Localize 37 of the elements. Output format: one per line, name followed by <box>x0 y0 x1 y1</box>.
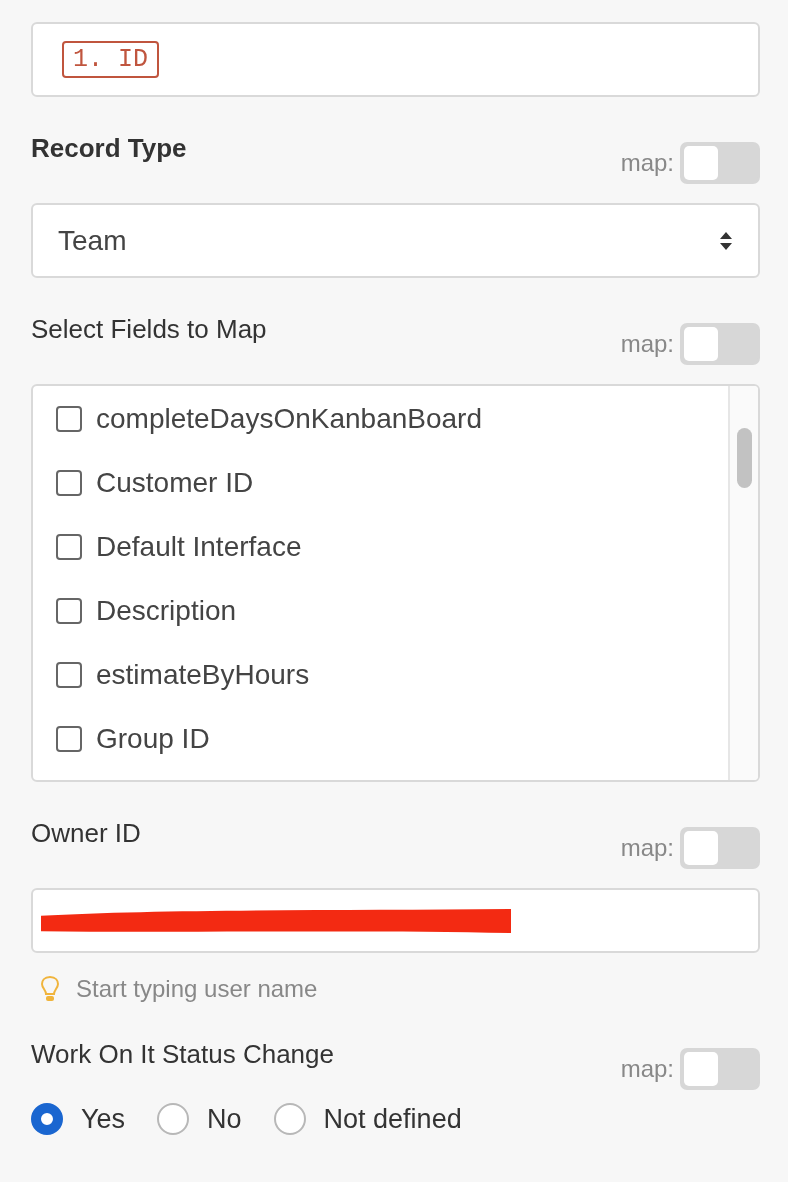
option-label[interactable]: Customer ID <box>96 467 254 499</box>
radio-label[interactable]: Yes <box>81 1103 126 1135</box>
owner-id-field[interactable] <box>31 888 760 953</box>
map-label: map: <box>620 834 674 862</box>
field-label: Work On It Status Change <box>31 1038 334 1070</box>
map-label: map: <box>620 1055 674 1083</box>
map-label: map: <box>620 330 674 358</box>
checkbox[interactable] <box>56 470 82 496</box>
option-label[interactable]: Default Interface <box>96 531 302 563</box>
id-field[interactable]: 1. ID <box>31 22 760 97</box>
field-label: Owner ID <box>31 817 141 849</box>
field-token: 1. ID <box>62 41 159 78</box>
lightbulb-icon <box>40 975 60 1003</box>
checkbox[interactable] <box>56 406 82 432</box>
map-toggle[interactable] <box>680 142 760 184</box>
radio-button[interactable] <box>157 1103 190 1135</box>
record-type-select[interactable]: Team <box>31 203 760 278</box>
field-label: Select Fields to Map <box>31 313 267 345</box>
option-label[interactable]: estimateByHours <box>96 659 310 691</box>
option-label[interactable]: Group ID <box>96 723 210 755</box>
field-label: Record Type <box>31 132 187 164</box>
radio-label[interactable]: Not defined <box>323 1103 462 1135</box>
option-label[interactable]: completeDaysOnKanbanBoard <box>96 403 482 435</box>
option-label[interactable]: Description <box>96 595 237 627</box>
map-toggle[interactable] <box>680 323 760 365</box>
checkbox[interactable] <box>56 534 82 560</box>
radio-button[interactable] <box>273 1103 306 1135</box>
checkbox[interactable] <box>56 726 82 752</box>
radio-label[interactable]: No <box>207 1103 242 1135</box>
scrollbar[interactable] <box>728 386 758 780</box>
map-toggle[interactable] <box>680 827 760 869</box>
map-label: map: <box>620 149 674 177</box>
map-toggle[interactable] <box>680 1048 760 1090</box>
checkbox[interactable] <box>56 598 82 624</box>
radio-button[interactable] <box>31 1103 63 1135</box>
hint-text: Start typing user name <box>76 975 318 1003</box>
checkbox[interactable] <box>56 662 82 688</box>
